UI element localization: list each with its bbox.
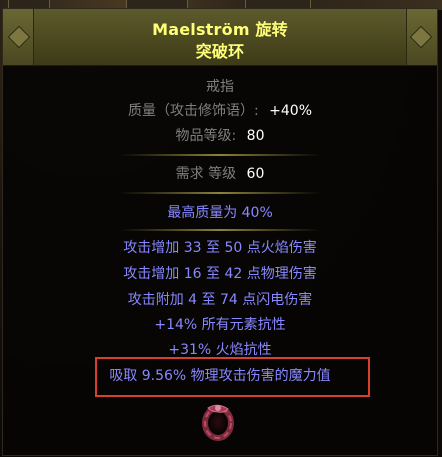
explicit-mod: +14% 所有元素抗性: [154, 317, 286, 333]
item-level-label: 物品等级:: [175, 128, 237, 144]
separator: [120, 154, 320, 156]
requirement-value: 60: [246, 166, 265, 182]
item-base-type: 突破环: [195, 42, 245, 61]
game-screen: Maelström 旋转 突破环 戒指 质量（攻击修饰语）: +40% 物品等级…: [0, 0, 442, 457]
explicit-mod: 攻击附加 4 至 74 点闪电伤害: [127, 292, 313, 308]
requirement-label: 需求 等级: [175, 166, 237, 182]
ring-icon: [202, 404, 234, 441]
explicit-mod: 攻击增加 33 至 50 点火焰伤害: [123, 240, 317, 256]
separator: [120, 192, 320, 194]
quality-line: 质量（攻击修饰语）: +40%: [3, 102, 437, 120]
explicit-mod: 攻击增加 16 至 42 点物理伤害: [123, 266, 317, 282]
item-name: Maelström 旋转: [152, 20, 288, 39]
quality-label: 质量（攻击修饰语）:: [127, 103, 259, 119]
requirement-line: 需求 等级 60: [3, 165, 437, 183]
separator: [120, 229, 320, 231]
tooltip-header: Maelström 旋转 突破环: [3, 9, 437, 66]
highlight-box: [95, 357, 370, 397]
enchant-mod: 最高质量为 40%: [167, 205, 273, 221]
quality-value: +40%: [269, 103, 313, 119]
item-level-line: 物品等级: 80: [3, 127, 437, 145]
item-level-value: 80: [246, 128, 265, 144]
item-class: 戒指: [206, 79, 234, 95]
